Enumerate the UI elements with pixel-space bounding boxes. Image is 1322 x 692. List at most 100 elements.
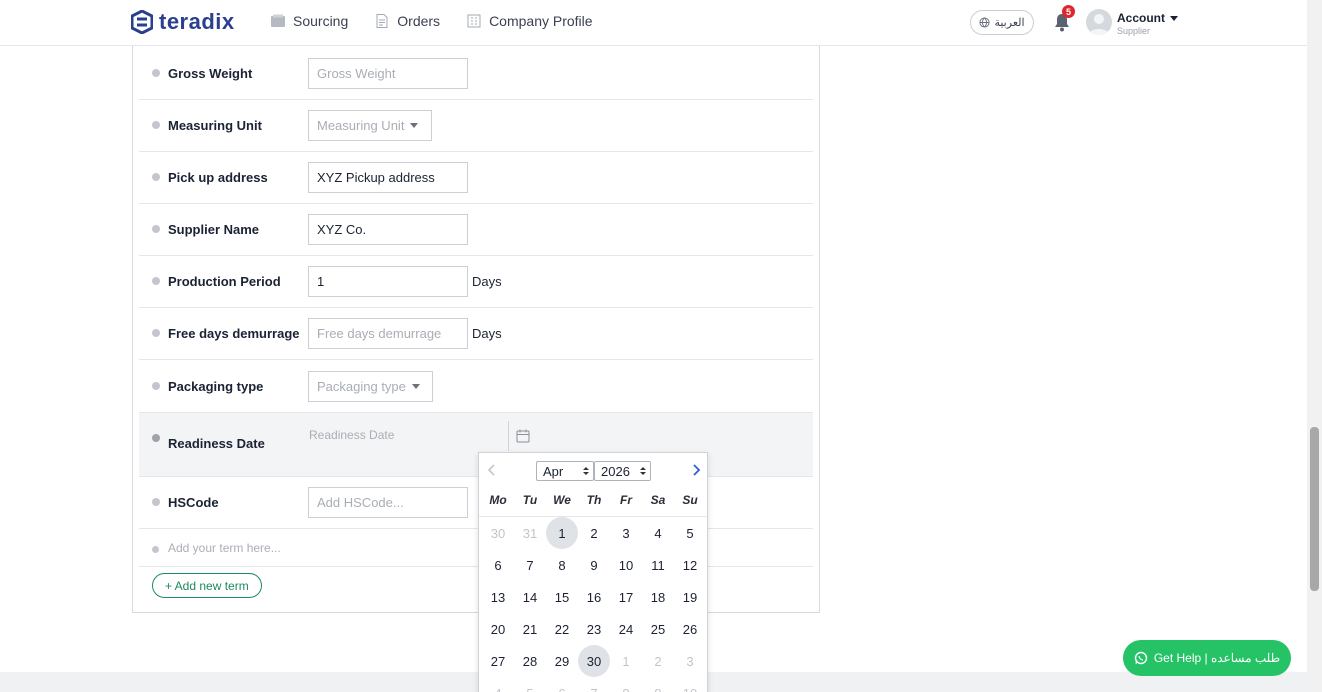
packaging-type-select[interactable]: Packaging type bbox=[308, 371, 433, 402]
top-navbar: teradix Sourcing Orders Company Profile … bbox=[0, 0, 1307, 46]
datepicker-header: Apr 2026 bbox=[479, 453, 709, 487]
nav-item-label: Orders bbox=[397, 13, 441, 29]
pickup-address-input[interactable]: XYZ Pickup address bbox=[308, 162, 468, 193]
calendar-day[interactable]: 8 bbox=[546, 549, 578, 581]
bullet-dot bbox=[152, 121, 160, 129]
calendar-icon[interactable] bbox=[516, 429, 530, 443]
account-role: Supplier bbox=[1117, 26, 1151, 36]
weekday-label: Tu bbox=[522, 493, 538, 507]
add-new-term-button[interactable]: + Add new term bbox=[152, 573, 262, 598]
supplier-name-input[interactable]: XYZ Co. bbox=[308, 214, 468, 245]
calendar-day[interactable]: 3 bbox=[610, 517, 642, 549]
term-row-hscode: HSCode Add HSCode... bbox=[139, 477, 813, 529]
account-menu[interactable]: Account Supplier bbox=[1117, 11, 1178, 36]
year-select[interactable]: 2026 bbox=[594, 461, 651, 481]
calendar-day[interactable]: 16 bbox=[578, 581, 610, 613]
brand-logo[interactable]: teradix bbox=[131, 9, 235, 35]
nav-item-company-profile[interactable]: Company Profile bbox=[466, 13, 593, 29]
get-help-button[interactable]: Get Help | طلب مساعده bbox=[1123, 640, 1291, 676]
calendar-day[interactable]: 1 bbox=[546, 517, 578, 549]
calendar-day[interactable]: 21 bbox=[514, 613, 546, 645]
calendar-day[interactable]: 27 bbox=[482, 645, 514, 677]
bullet-dot bbox=[152, 69, 160, 77]
chevron-down-icon bbox=[411, 384, 420, 389]
calendar-day[interactable]: 11 bbox=[642, 549, 674, 581]
calendar-day[interactable]: 10 bbox=[610, 549, 642, 581]
calendar-day[interactable]: 19 bbox=[674, 581, 706, 613]
chevron-left-icon[interactable] bbox=[485, 463, 499, 477]
unit-label: Days bbox=[472, 326, 502, 341]
building-icon bbox=[467, 14, 481, 28]
nav-item-orders[interactable]: Orders bbox=[374, 13, 440, 29]
calendar-day[interactable]: 6 bbox=[546, 677, 578, 692]
measuring-unit-select[interactable]: Measuring Unit bbox=[308, 110, 432, 141]
chevron-right-icon[interactable] bbox=[689, 463, 703, 477]
month-value: Apr bbox=[543, 463, 564, 479]
calendar-day[interactable]: 31 bbox=[514, 517, 546, 549]
calendar-day[interactable]: 5 bbox=[674, 517, 706, 549]
gross-weight-input[interactable]: Gross Weight bbox=[308, 58, 468, 89]
calendar-day[interactable]: 23 bbox=[578, 613, 610, 645]
calendar-day[interactable]: 18 bbox=[642, 581, 674, 613]
calendar-day[interactable]: 14 bbox=[514, 581, 546, 613]
calendar-day[interactable]: 10 bbox=[674, 677, 706, 692]
calendar-day[interactable]: 8 bbox=[610, 677, 642, 692]
language-switch-button[interactable]: العربية bbox=[970, 10, 1034, 35]
calendar-day[interactable]: 9 bbox=[578, 549, 610, 581]
calendar-day[interactable]: 30 bbox=[482, 517, 514, 549]
bullet-dot bbox=[152, 498, 160, 506]
chevron-down-icon bbox=[410, 123, 419, 128]
row-label: Pick up address bbox=[168, 170, 268, 185]
whatsapp-icon bbox=[1134, 651, 1148, 665]
inbox-icon bbox=[271, 14, 285, 27]
calendar-day[interactable]: 4 bbox=[642, 517, 674, 549]
select-spinner-icon bbox=[640, 467, 646, 475]
calendar-day[interactable]: 28 bbox=[514, 645, 546, 677]
weekday-label: Fr bbox=[620, 493, 632, 507]
nav-item-sourcing[interactable]: Sourcing bbox=[270, 13, 348, 29]
calendar-day[interactable]: 3 bbox=[674, 645, 706, 677]
calendar-day[interactable]: 25 bbox=[642, 613, 674, 645]
select-value: Packaging type bbox=[317, 379, 406, 394]
avatar[interactable] bbox=[1086, 9, 1112, 35]
production-period-input[interactable]: 1 bbox=[308, 266, 468, 297]
new-term-input[interactable]: Add your term here... bbox=[168, 541, 281, 555]
free-days-demurrage-input[interactable]: Free days demurrage bbox=[308, 318, 468, 349]
calendar-day[interactable]: 4 bbox=[482, 677, 514, 692]
notification-count-badge: 5 bbox=[1062, 5, 1075, 18]
help-label: Get Help | طلب مساعده bbox=[1153, 651, 1281, 665]
weekday-label: Sa bbox=[650, 493, 666, 507]
term-row-free-days-demurrage: Free days demurrage Free days demurrage … bbox=[139, 308, 813, 360]
calendar-day[interactable]: 9 bbox=[642, 677, 674, 692]
calendar-day[interactable]: 6 bbox=[482, 549, 514, 581]
document-icon bbox=[376, 14, 388, 28]
calendar-day[interactable]: 13 bbox=[482, 581, 514, 613]
weekday-label: Th bbox=[586, 493, 602, 507]
calendar-day[interactable]: 26 bbox=[674, 613, 706, 645]
calendar-day[interactable]: 30 bbox=[578, 645, 610, 677]
nav-item-label: Company Profile bbox=[489, 13, 593, 29]
scrollbar-thumb[interactable] bbox=[1310, 427, 1319, 591]
calendar-day[interactable]: 20 bbox=[482, 613, 514, 645]
weekday-header: Mo Tu We Th Fr Sa Su bbox=[482, 493, 706, 507]
calendar-day[interactable]: 1 bbox=[610, 645, 642, 677]
calendar-day[interactable]: 7 bbox=[514, 549, 546, 581]
calendar-day[interactable]: 12 bbox=[674, 549, 706, 581]
calendar-day[interactable]: 24 bbox=[610, 613, 642, 645]
calendar-day[interactable]: 29 bbox=[546, 645, 578, 677]
readiness-date-input[interactable]: Readiness Date bbox=[309, 428, 394, 442]
calendar-day[interactable]: 7 bbox=[578, 677, 610, 692]
calendar-day[interactable]: 2 bbox=[578, 517, 610, 549]
chevron-down-icon bbox=[1170, 15, 1178, 21]
calendar-day[interactable]: 5 bbox=[514, 677, 546, 692]
calendar-day[interactable]: 15 bbox=[546, 581, 578, 613]
term-row-new: Add your term here... bbox=[139, 529, 813, 567]
calendar-day[interactable]: 22 bbox=[546, 613, 578, 645]
month-select[interactable]: Apr bbox=[536, 461, 594, 481]
row-label: HSCode bbox=[168, 495, 219, 510]
calendar-day[interactable]: 2 bbox=[642, 645, 674, 677]
row-label: Gross Weight bbox=[168, 66, 253, 81]
teradix-logo-icon bbox=[131, 10, 153, 34]
calendar-day[interactable]: 17 bbox=[610, 581, 642, 613]
hscode-input[interactable]: Add HSCode... bbox=[308, 487, 468, 518]
